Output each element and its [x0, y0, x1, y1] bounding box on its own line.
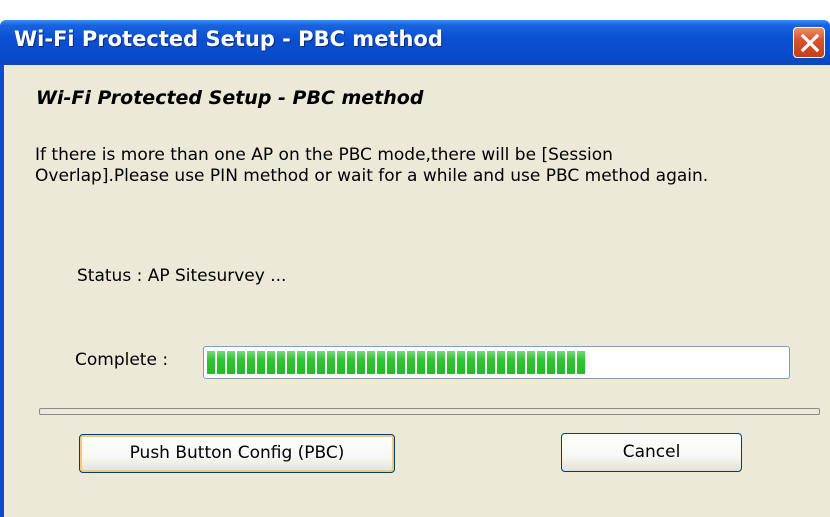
title-bar[interactable]: Wi-Fi Protected Setup - PBC method: [0, 20, 830, 65]
progress-fill: [207, 351, 585, 374]
wps-pbc-dialog: Wi-Fi Protected Setup - PBC method Wi-Fi…: [0, 0, 830, 517]
cancel-button[interactable]: Cancel: [561, 433, 742, 472]
dialog-body: Wi-Fi Protected Setup - PBC method If th…: [0, 65, 830, 517]
window-title: Wi-Fi Protected Setup - PBC method: [14, 27, 443, 51]
message-line: If there is more than one AP on the PBC …: [35, 145, 613, 165]
separator: [39, 408, 820, 415]
close-button[interactable]: [793, 27, 825, 58]
dialog-heading: Wi-Fi Protected Setup - PBC method: [36, 87, 424, 109]
push-button-config-button[interactable]: Push Button Config (PBC): [79, 434, 395, 473]
overlap-message: If there is more than one AP on the PBC …: [35, 145, 825, 187]
close-icon: [800, 33, 820, 53]
message-line: Overlap].Please use PIN method or wait f…: [35, 166, 709, 186]
complete-label: Complete :: [75, 350, 169, 370]
progress-bar: [203, 346, 790, 379]
status-text: Status : AP Sitesurvey ...: [77, 266, 287, 286]
